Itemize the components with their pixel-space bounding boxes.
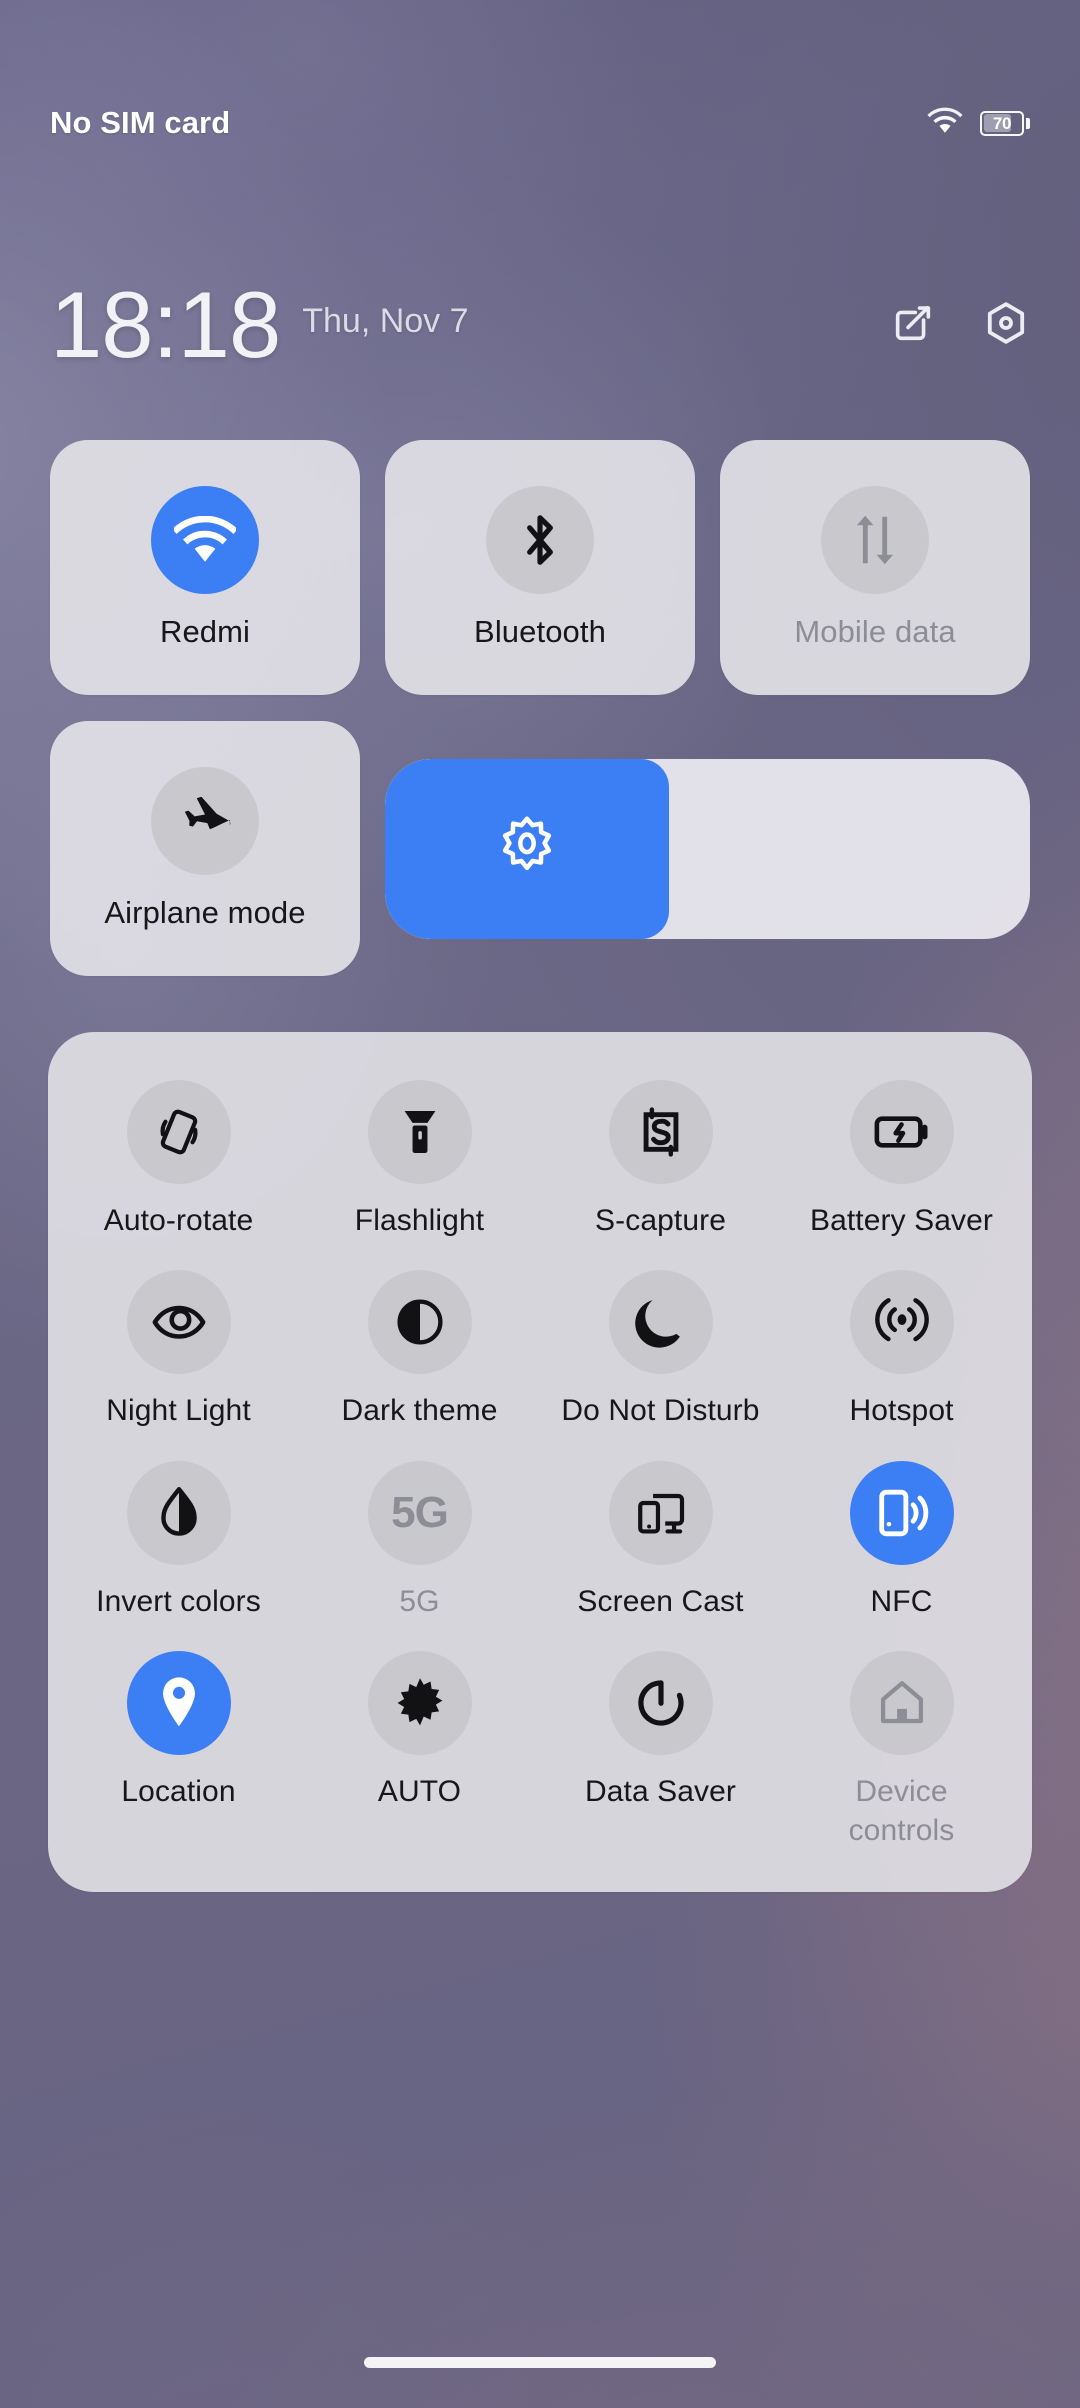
tile-night-light[interactable]: Night Light [58,1248,299,1438]
location-pin-icon [126,1651,231,1756]
tile-screen-cast[interactable]: Screen Cast [540,1439,781,1629]
tile-label: Bluetooth [474,613,606,649]
sun-icon [367,1651,472,1756]
grid-row: Location AUTO Data Saver Device controls [58,1629,1022,1858]
grid-row: Auto-rotate Flashlight S-capture Battery… [58,1058,1022,1248]
edit-square-icon[interactable] [890,300,936,346]
hexagon-settings-icon[interactable] [982,299,1030,347]
tile-mobile-data[interactable]: Mobile data [720,440,1030,695]
quick-settings-panel: No SIM card 70 18:18 Thu, Nov 7 Redmi Bl… [0,0,1080,2408]
clock-time[interactable]: 18:18 [50,278,281,372]
bluetooth-icon [486,485,594,594]
tile-hotspot[interactable]: Hotspot [781,1248,1022,1438]
data-arrows-icon [821,485,929,594]
status-bar-icons: 70 [927,107,1030,139]
tile-label: Do Not Disturb [561,1394,760,1428]
home-icon [849,1651,954,1756]
tile-5g[interactable]: 5G 5G [299,1439,540,1629]
tile-label: Device controls [848,1775,955,1847]
tile-label: Night Light [106,1394,251,1428]
battery-icon: 70 [980,110,1030,136]
brightness-slider-fill [385,758,669,939]
tile-bluetooth[interactable]: Bluetooth [385,440,695,695]
tile-do-not-disturb[interactable]: Do Not Disturb [540,1248,781,1438]
carrier-label: No SIM card [50,105,231,140]
tile-label: Mobile data [794,613,956,649]
tile-label: Dark theme [341,1394,498,1428]
tile-airplane-mode[interactable]: Airplane mode [50,721,360,976]
tile-location[interactable]: Location [58,1629,299,1858]
wifi-icon [927,107,963,139]
tile-label: Airplane mode [104,894,306,930]
tile-label: S-capture [595,1204,726,1237]
battery-saver-icon [849,1080,954,1184]
tile-flashlight[interactable]: Flashlight [299,1058,540,1248]
tile-label: Auto-rotate [103,1204,254,1237]
half-circle-icon [367,1270,472,1375]
home-gesture-bar[interactable] [364,2357,716,2368]
eye-icon [126,1270,231,1375]
battery-level-label: 70 [992,113,1012,133]
tile-label: 5G [399,1584,440,1618]
tile-nfc[interactable]: NFC [781,1439,1022,1629]
moon-icon [608,1270,713,1375]
grid-row: Night Light Dark theme Do Not Disturb Ho… [58,1248,1022,1438]
5g-text-icon: 5G [367,1460,472,1565]
primary-tiles-row-1: Redmi Bluetooth Mobile data [50,440,1030,695]
header-actions [890,299,1030,351]
wifi-icon [151,485,259,594]
tile-label: Screen Cast [577,1584,744,1618]
invert-droplet-icon [126,1460,231,1565]
tile-label: Flashlight [354,1204,485,1237]
tile-wifi[interactable]: Redmi [50,440,360,695]
auto-rotate-icon [126,1080,231,1184]
secondary-tiles-grid: Auto-rotate Flashlight S-capture Battery… [48,1032,1032,1892]
primary-tiles-row-2: Airplane mode [50,721,1030,976]
tile-s-capture[interactable]: S-capture [540,1058,781,1248]
tile-label: Invert colors [96,1584,261,1618]
tile-battery-saver[interactable]: Battery Saver [781,1058,1022,1248]
hotspot-icon [849,1270,954,1375]
tile-label: Hotspot [849,1394,954,1428]
tile-invert-colors[interactable]: Invert colors [58,1439,299,1629]
airplane-icon [151,766,259,875]
flashlight-icon [367,1080,472,1184]
tile-dark-theme[interactable]: Dark theme [299,1248,540,1438]
tile-label: Data Saver [584,1775,737,1809]
grid-row: Invert colors 5G 5G Screen Cast NFC [58,1439,1022,1629]
clock-date[interactable]: Thu, Nov 7 [302,302,468,349]
5g-label: 5G [391,1487,449,1537]
tile-label: Redmi [159,613,251,649]
tile-label: AUTO [377,1775,462,1809]
tile-auto-brightness[interactable]: AUTO [299,1629,540,1858]
tile-label: Location [121,1775,236,1809]
brightness-sun-icon [495,814,559,883]
tile-label: Battery Saver [809,1204,994,1237]
tile-label: NFC [870,1584,933,1618]
clock-header: 18:18 Thu, Nov 7 [0,265,1080,385]
tile-auto-rotate[interactable]: Auto-rotate [58,1058,299,1248]
status-bar: No SIM card 70 [0,94,1080,152]
tile-device-controls[interactable]: Device controls [781,1629,1022,1858]
data-saver-icon [608,1651,713,1756]
brightness-slider[interactable] [385,758,1030,939]
screen-cast-icon [608,1460,713,1565]
s-capture-icon [608,1080,713,1184]
nfc-icon [849,1460,954,1565]
tile-data-saver[interactable]: Data Saver [540,1629,781,1858]
